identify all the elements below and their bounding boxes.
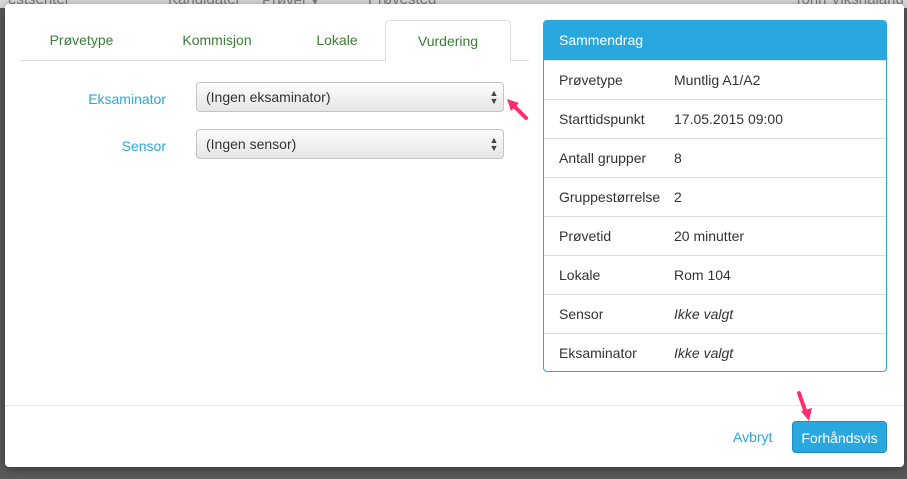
examiner-select[interactable]: (Ingen eksaminator) ▲ ▼ <box>196 82 504 112</box>
tab-lokale[interactable]: Lokale <box>281 20 393 60</box>
summary-value: 8 <box>674 150 682 166</box>
summary-value: Muntlig A1/A2 <box>674 72 761 88</box>
summary-row: Eksaminator Ikke valgt <box>544 333 886 371</box>
summary-row: Gruppestørrelse 2 <box>544 177 886 216</box>
summary-row: Prøvetid 20 minutter <box>544 216 886 255</box>
summary-value: Ikke valgt <box>674 345 734 361</box>
cancel-link[interactable]: Avbryt <box>733 429 772 445</box>
summary-key: Gruppestørrelse <box>559 189 661 205</box>
tab-vurdering[interactable]: Vurdering <box>385 20 511 62</box>
sensor-label: Sensor <box>121 138 166 154</box>
examiner-select-value: (Ingen eksaminator) <box>206 89 331 105</box>
sensor-select[interactable]: (Ingen sensor) ▲ ▼ <box>196 129 504 159</box>
create-exam-modal: Prøvetype Kommisjon Lokale Vurdering Eks… <box>5 4 904 467</box>
summary-row: Lokale Rom 104 <box>544 255 886 294</box>
tab-bar: Prøvetype Kommisjon Lokale Vurdering <box>19 20 529 62</box>
summary-value: 20 minutter <box>674 228 745 244</box>
summary-value: Rom 104 <box>674 267 731 283</box>
select-arrows-icon: ▲ ▼ <box>489 88 499 106</box>
summary-key: Eksaminator <box>559 345 637 361</box>
summary-row: Prøvetype Muntlig A1/A2 <box>544 60 886 99</box>
select-arrows-icon: ▲ ▼ <box>489 135 499 153</box>
summary-key: Prøvetype <box>559 72 623 88</box>
footer-divider <box>5 405 904 406</box>
summary-title: Sammendrag <box>544 21 886 60</box>
summary-value: 2 <box>674 189 682 205</box>
summary-key: Prøvetid <box>559 228 612 244</box>
examiner-label: Eksaminator <box>88 91 166 107</box>
summary-key: Antall grupper <box>559 150 647 166</box>
preview-button[interactable]: Forhåndsvis <box>792 421 887 453</box>
sensor-select-value: (Ingen sensor) <box>206 136 297 152</box>
summary-key: Lokale <box>559 267 601 283</box>
summary-key: Starttidspunkt <box>559 111 645 127</box>
summary-value: Ikke valgt <box>674 306 734 322</box>
tab-kommisjon[interactable]: Kommisjon <box>151 20 283 60</box>
summary-row: Sensor Ikke valgt <box>544 294 886 333</box>
summary-row: Starttidspunkt 17.05.2015 09:00 <box>544 99 886 138</box>
summary-value: 17.05.2015 09:00 <box>674 111 783 127</box>
summary-row: Antall grupper 8 <box>544 138 886 177</box>
summary-panel: Sammendrag Prøvetype Muntlig A1/A2 Startt… <box>543 20 887 372</box>
summary-key: Sensor <box>559 306 604 322</box>
tab-provetype[interactable]: Prøvetype <box>19 20 144 60</box>
